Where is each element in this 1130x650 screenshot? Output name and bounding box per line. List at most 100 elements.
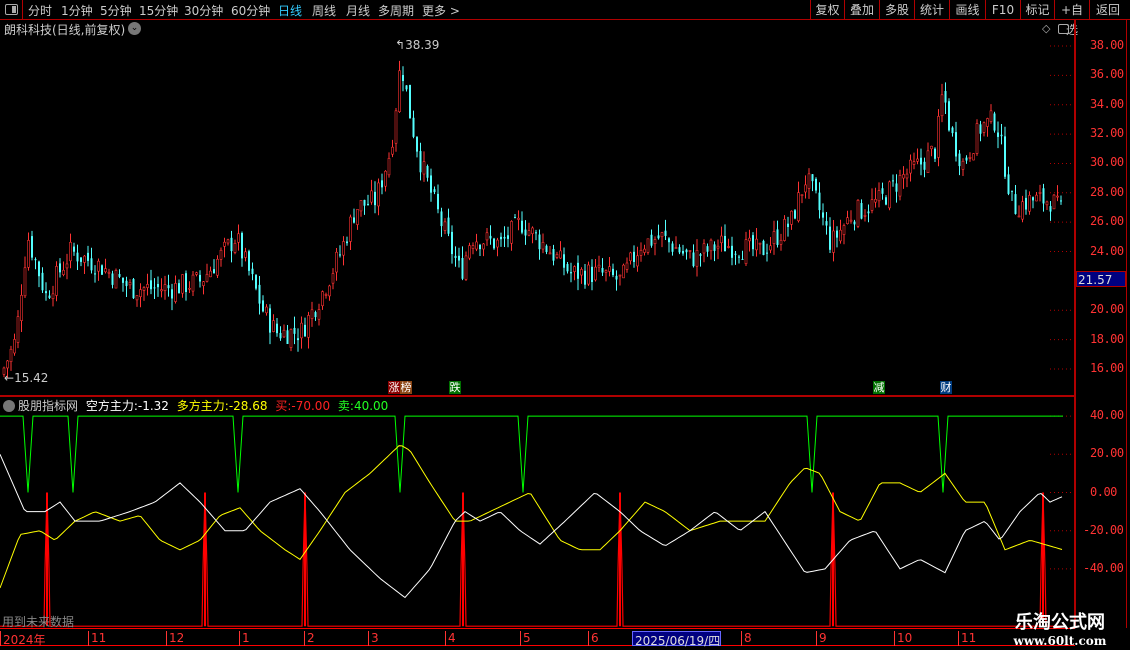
candle-body [73, 246, 75, 252]
candle-body [776, 229, 779, 245]
candle-body [685, 249, 688, 253]
candle-body [832, 230, 835, 253]
candle-body [94, 273, 96, 275]
candle-body [62, 269, 65, 275]
candle-body [870, 199, 874, 211]
chevron-down-icon[interactable] [3, 400, 15, 412]
candle-body [216, 258, 219, 276]
price-tick: 26.00 [1090, 214, 1124, 229]
candle-body [163, 284, 167, 291]
candle-body [594, 266, 597, 281]
candle-body [541, 242, 545, 250]
candle-body [982, 122, 986, 133]
candle-body [822, 212, 824, 218]
candle-body [9, 348, 13, 362]
marker-cai[interactable]: 财 [940, 381, 952, 394]
candle-body [772, 231, 776, 244]
candle-body [601, 267, 604, 273]
candle-body [968, 157, 972, 159]
candle-body [727, 246, 730, 248]
candle-body [464, 255, 468, 280]
candle-body [563, 254, 565, 268]
candle-body [622, 264, 625, 279]
candle-body [766, 252, 768, 254]
candle-body [849, 219, 853, 222]
candle-body [734, 253, 737, 255]
candle-body [195, 272, 198, 275]
candle-body [535, 232, 537, 234]
marker-bang[interactable]: 榜 [400, 381, 412, 394]
candle-body [269, 308, 271, 333]
candle-body [902, 174, 905, 179]
buy-label: 买: [275, 399, 292, 413]
toolbar-button-8[interactable]: 返回 [1089, 0, 1126, 20]
marker-jian[interactable]: 减 [873, 381, 885, 394]
candle-body [807, 173, 811, 189]
candle-body [479, 244, 481, 250]
candle-body [387, 158, 391, 176]
candle-body [573, 266, 576, 272]
candle-body [664, 230, 667, 236]
candle-body [1056, 195, 1059, 198]
candle-body [13, 339, 16, 354]
candle-body [842, 225, 846, 235]
axis-divider [1126, 20, 1127, 628]
date-label: 2024年 [0, 631, 46, 647]
candle-body [1060, 200, 1062, 202]
indicator-name[interactable]: 股朋指标网 [18, 399, 78, 413]
candle-body [940, 94, 944, 117]
candle-body [521, 220, 523, 233]
candle-body [153, 287, 156, 289]
candle-body [157, 283, 159, 288]
date-label: 11 [958, 631, 976, 646]
candle-body [226, 239, 230, 244]
candle-body [709, 239, 713, 252]
candle-body [699, 254, 702, 256]
candle-body [678, 247, 681, 253]
candle-body [527, 230, 531, 236]
candle-body [468, 245, 471, 259]
date-label: 3 [368, 631, 379, 646]
indicator-tick: 20.00 [1090, 446, 1124, 461]
candle-body [87, 252, 89, 261]
candle-body [1004, 136, 1006, 177]
candle-body [877, 190, 881, 202]
marker-zhang[interactable]: 涨 [388, 381, 400, 394]
candle-body [493, 238, 495, 249]
candle-body [185, 273, 187, 292]
price-tick: 32.00 [1090, 126, 1124, 141]
candle-body [867, 211, 870, 214]
date-label: 12 [166, 631, 184, 646]
candle-body [975, 123, 979, 154]
candle-body [591, 266, 593, 282]
candle-body [895, 183, 898, 192]
candle-body [335, 251, 338, 273]
candle-body [304, 324, 306, 337]
candle-body [510, 221, 513, 244]
candle-body [769, 245, 772, 251]
candle-body [1042, 188, 1045, 204]
price-chart[interactable] [0, 0, 1075, 628]
candle-body [178, 283, 180, 294]
candle-body [748, 237, 751, 242]
date-label: 10 [894, 631, 912, 646]
candle-body [97, 260, 100, 272]
candle-body [1011, 190, 1013, 192]
candle-body [107, 271, 111, 274]
price-tick: 38.00 [1090, 38, 1124, 52]
candle-body [213, 269, 215, 274]
candle-body [489, 235, 492, 239]
indicator-header: 股朋指标网 空方主力:-1.32 多方主力:-28.68 买:-70.00 卖:… [0, 397, 388, 414]
candle-body [381, 180, 383, 188]
candle-body [233, 243, 237, 253]
candle-body [961, 160, 965, 170]
marker-die[interactable]: 跌 [449, 381, 461, 394]
candle-body [580, 269, 583, 276]
candle-body [608, 266, 611, 272]
candle-body [205, 274, 209, 282]
candle-body [132, 279, 135, 299]
candle-body [538, 234, 541, 250]
candle-body [615, 275, 618, 280]
candle-body [965, 157, 968, 161]
candle-body [500, 236, 502, 240]
